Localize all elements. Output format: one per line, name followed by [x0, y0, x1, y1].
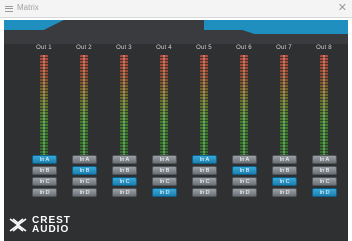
level-meter	[320, 55, 328, 158]
channel-strip-4: Out 4 In A In B In C In D	[144, 20, 184, 241]
crest-audio-logo: CREST AUDIO	[8, 215, 98, 239]
level-meter	[200, 55, 208, 158]
input-select-button[interactable]: In D	[232, 188, 257, 197]
close-icon[interactable]: ✕	[338, 1, 347, 15]
input-select-button[interactable]: In C	[32, 177, 57, 186]
input-select-button[interactable]: In B	[312, 166, 337, 175]
input-select-button[interactable]: In A	[192, 155, 217, 164]
input-select-button[interactable]: In D	[152, 188, 177, 197]
input-select-button[interactable]: In B	[152, 166, 177, 175]
input-select-button[interactable]: In B	[32, 166, 57, 175]
level-meter	[80, 55, 88, 158]
input-select-button[interactable]: In A	[32, 155, 57, 164]
title-bar: Matrix ✕	[0, 0, 352, 18]
output-label: Out 2	[76, 45, 92, 51]
channel-strip-5: Out 5 In A In B In C In D	[184, 20, 224, 241]
output-label: Out 1	[36, 45, 52, 51]
input-select-button[interactable]: In D	[272, 188, 297, 197]
input-select-button[interactable]: In A	[112, 155, 137, 164]
input-select-button[interactable]: In B	[272, 166, 297, 175]
input-select-button[interactable]: In D	[112, 188, 137, 197]
input-select-button[interactable]: In C	[72, 177, 97, 186]
input-select-button[interactable]: In D	[72, 188, 97, 197]
output-label: Out 3	[116, 45, 132, 51]
output-label: Out 7	[276, 45, 292, 51]
window-title: Matrix	[17, 3, 39, 12]
logo-text: CREST AUDIO	[32, 216, 71, 235]
level-meter	[40, 55, 48, 158]
level-meter	[160, 55, 168, 158]
output-label: Out 6	[236, 45, 252, 51]
input-select-button[interactable]: In D	[192, 188, 217, 197]
input-select-button[interactable]: In B	[232, 166, 257, 175]
channel-strip-group: Out 1 In A In B In C In D Out 2 In A In B In C In…	[4, 20, 348, 241]
app-menu-icon[interactable]	[5, 6, 13, 12]
input-select-button[interactable]: In D	[32, 188, 57, 197]
crest-logo-icon	[9, 218, 27, 232]
channel-strip-1: Out 1 In A In B In C In D	[24, 20, 64, 241]
input-select-button[interactable]: In A	[232, 155, 257, 164]
output-label: Out 5	[196, 45, 212, 51]
input-select-button[interactable]: In B	[192, 166, 217, 175]
input-select-button[interactable]: In C	[152, 177, 177, 186]
channel-strip-3: Out 3 In A In B In C In D	[104, 20, 144, 241]
channel-strip-8: Out 8 In A In B In C In D	[304, 20, 344, 241]
output-label: Out 8	[316, 45, 332, 51]
input-select-button[interactable]: In C	[192, 177, 217, 186]
level-meter	[280, 55, 288, 158]
channel-strip-7: Out 7 In A In B In C In D	[264, 20, 304, 241]
input-select-button[interactable]: In A	[152, 155, 177, 164]
input-select-button[interactable]: In C	[112, 177, 137, 186]
output-label: Out 4	[156, 45, 172, 51]
input-select-button[interactable]: In C	[312, 177, 337, 186]
input-select-button[interactable]: In C	[232, 177, 257, 186]
input-select-button[interactable]: In D	[312, 188, 337, 197]
level-meter	[240, 55, 248, 158]
input-select-button[interactable]: In B	[72, 166, 97, 175]
matrix-panel: Out 1 In A In B In C In D Out 2 In A In B In C In…	[4, 20, 348, 241]
logo-line-2: AUDIO	[32, 224, 70, 235]
channel-strip-2: Out 2 In A In B In C In D	[64, 20, 104, 241]
channel-strip-6: Out 6 In A In B In C In D	[224, 20, 264, 241]
input-select-button[interactable]: In B	[112, 166, 137, 175]
input-select-button[interactable]: In C	[272, 177, 297, 186]
input-select-button[interactable]: In A	[312, 155, 337, 164]
input-select-button[interactable]: In A	[272, 155, 297, 164]
level-meter	[120, 55, 128, 158]
input-select-button[interactable]: In A	[72, 155, 97, 164]
